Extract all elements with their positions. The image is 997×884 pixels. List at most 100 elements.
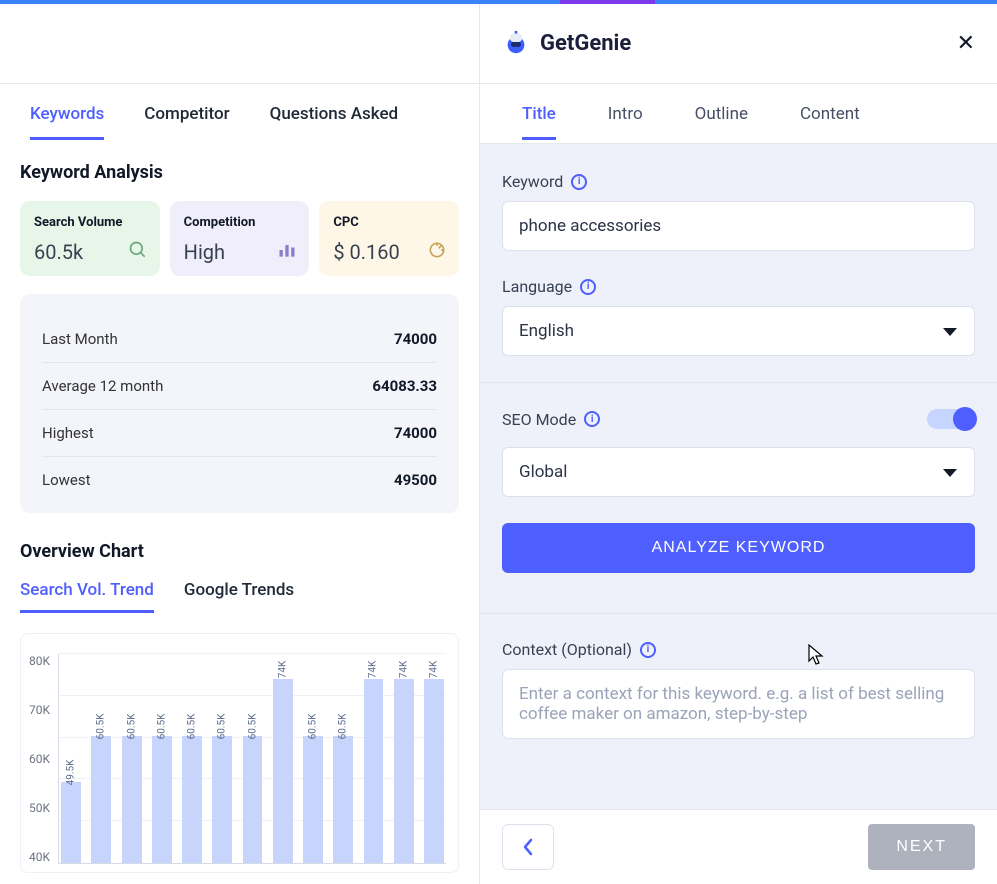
back-button[interactable]	[502, 824, 554, 870]
left-panel: Keywords Competitor Questions Asked Keyw…	[0, 4, 480, 884]
seo-mode-toggle[interactable]	[927, 409, 975, 429]
bar-chart-icon	[277, 240, 297, 264]
context-textarea[interactable]	[502, 669, 975, 739]
info-icon[interactable]: i	[580, 279, 596, 295]
bar-column: 60.5K	[210, 654, 234, 863]
bar-value-label: 49.5K	[66, 759, 77, 785]
region-select[interactable]: Global	[502, 447, 975, 497]
kv-row: Lowest 49500	[42, 457, 437, 503]
tab-questions-asked[interactable]: Questions Asked	[250, 86, 419, 142]
bar: 49.5K	[61, 782, 81, 864]
bar-value-label: 60.5K	[308, 713, 319, 739]
chart-tab-google-trends[interactable]: Google Trends	[184, 580, 294, 613]
next-button[interactable]: NEXT	[868, 824, 975, 870]
tab-content[interactable]: Content	[774, 86, 886, 142]
brand-name: GetGenie	[540, 31, 631, 56]
bar-value-label: 60.5K	[96, 713, 107, 739]
kv-key: Lowest	[42, 471, 91, 489]
bar-value-label: 60.5K	[217, 713, 228, 739]
bar-column: 49.5K	[59, 654, 83, 863]
kv-row: Highest 74000	[42, 410, 437, 457]
tab-keywords[interactable]: Keywords	[10, 86, 124, 142]
bar: 74K	[364, 679, 384, 863]
tab-outline[interactable]: Outline	[669, 86, 774, 142]
form-group-context: Context (Optional) i	[502, 640, 975, 743]
language-label: Language i	[502, 277, 975, 296]
bar-column: 74K	[422, 654, 446, 863]
bar-column: 60.5K	[89, 654, 113, 863]
close-icon[interactable]: ✕	[957, 31, 975, 56]
stat-label: CPC	[333, 215, 445, 230]
label-text: Language	[502, 277, 572, 296]
left-tabs: Keywords Competitor Questions Asked	[0, 84, 479, 144]
form-group-keyword: Keyword i	[502, 172, 975, 251]
bar-column: 74K	[271, 654, 295, 863]
y-tick: 60K	[29, 752, 50, 766]
label-text: SEO Mode	[502, 410, 576, 429]
bar-value-label: 60.5K	[338, 713, 349, 739]
magnify-icon	[128, 240, 148, 264]
kv-value: 49500	[394, 471, 437, 489]
analyze-keyword-button[interactable]: ANALYZE KEYWORD	[502, 523, 975, 573]
bar: 60.5K	[91, 736, 111, 863]
kv-key: Average 12 month	[42, 377, 163, 395]
language-select[interactable]: English	[502, 306, 975, 356]
left-header-spacer	[0, 4, 479, 84]
bar-value-label: 74K	[368, 661, 379, 679]
left-content: Keyword Analysis Search Volume 60.5k Com…	[0, 144, 479, 884]
info-icon[interactable]: i	[640, 642, 656, 658]
divider	[480, 613, 997, 614]
bar: 60.5K	[212, 736, 232, 863]
bar-column: 60.5K	[150, 654, 174, 863]
tab-intro[interactable]: Intro	[582, 86, 669, 142]
kv-value: 74000	[394, 330, 437, 348]
kv-row: Average 12 month 64083.33	[42, 363, 437, 410]
bar-value-label: 60.5K	[126, 713, 137, 739]
genie-logo-icon	[502, 28, 530, 60]
chart-y-axis: 80K70K60K50K40K	[29, 654, 58, 864]
bar: 74K	[424, 679, 444, 863]
y-tick: 80K	[29, 654, 50, 668]
right-header: GetGenie ✕	[480, 4, 997, 84]
info-icon[interactable]: i	[584, 411, 600, 427]
stat-label: Search Volume	[34, 215, 146, 230]
kv-key: Highest	[42, 424, 94, 442]
kv-value: 74000	[394, 424, 437, 442]
bar-column: 60.5K	[301, 654, 325, 863]
keyword-input[interactable]	[502, 201, 975, 251]
stat-label: Competition	[184, 215, 296, 230]
bar: 60.5K	[182, 736, 202, 863]
bar-value-label: 60.5K	[156, 713, 167, 739]
target-icon	[427, 240, 447, 264]
bar: 60.5K	[303, 736, 323, 863]
keyword-analysis-title: Keyword Analysis	[20, 162, 459, 183]
kv-key: Last Month	[42, 330, 118, 348]
info-icon[interactable]: i	[571, 174, 587, 190]
chart-bars: 49.5K60.5K60.5K60.5K60.5K60.5K60.5K74K60…	[58, 654, 446, 864]
chart-tab-search-vol-trend[interactable]: Search Vol. Trend	[20, 580, 154, 613]
form-group-region: Global	[502, 447, 975, 497]
y-tick: 70K	[29, 703, 50, 717]
bar-column: 60.5K	[240, 654, 264, 863]
tab-title[interactable]: Title	[496, 86, 582, 142]
kv-row: Last Month 74000	[42, 316, 437, 363]
bar-value-label: 74K	[428, 661, 439, 679]
toggle-knob	[953, 407, 977, 431]
bar-value-label: 60.5K	[247, 713, 258, 739]
bar-column: 60.5K	[331, 654, 355, 863]
stat-cards: Search Volume 60.5k Competition High CPC…	[20, 201, 459, 276]
stat-card-cpc: CPC $ 0.160	[319, 201, 459, 276]
bar: 74K	[273, 679, 293, 863]
bar-value-label: 60.5K	[187, 713, 198, 739]
kv-panel: Last Month 74000 Average 12 month 64083.…	[20, 294, 459, 513]
brand: GetGenie	[502, 28, 631, 60]
tab-competitor[interactable]: Competitor	[124, 86, 249, 142]
y-tick: 40K	[29, 850, 50, 864]
bar: 74K	[394, 679, 414, 863]
bar-column: 74K	[361, 654, 385, 863]
bar: 60.5K	[333, 736, 353, 863]
label-text: Context (Optional)	[502, 640, 632, 659]
overview-chart-title: Overview Chart	[20, 541, 459, 562]
stat-card-search-volume: Search Volume 60.5k	[20, 201, 160, 276]
right-form-scroll[interactable]: Keyword i Language i English SEO Mode i	[480, 144, 997, 809]
